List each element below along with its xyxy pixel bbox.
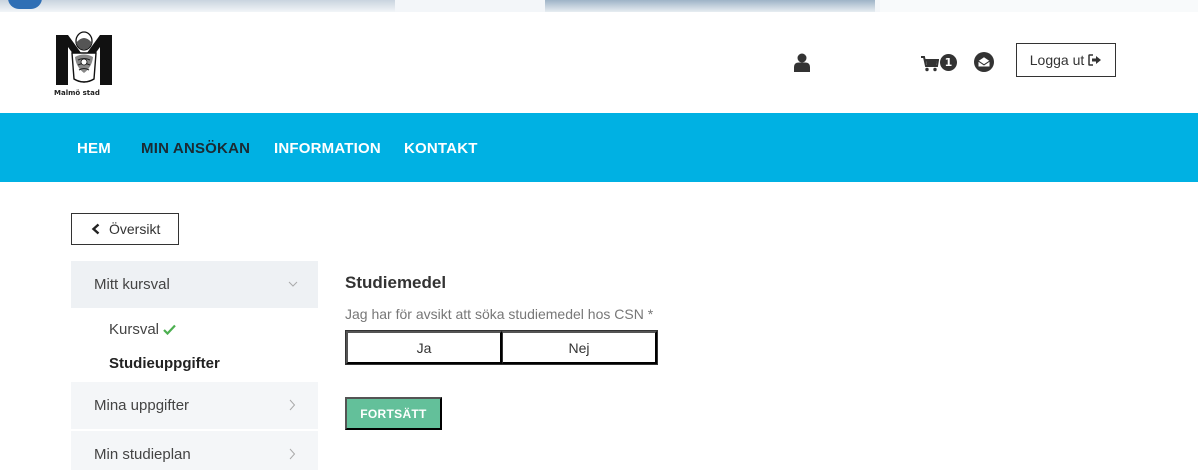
main-navigation: HEM MIN ANSÖKAN INFORMATION KONTAKT (0, 113, 1198, 182)
chevron-left-icon (91, 223, 100, 235)
sidebar-subitem-kursval[interactable]: Kursval (109, 321, 176, 338)
option-ja-button[interactable]: Ja (346, 331, 502, 364)
logo-text: Malmö stad (54, 89, 100, 97)
sign-out-icon (1088, 54, 1102, 66)
back-button-label: Översikt (109, 221, 161, 237)
envelope-open-icon[interactable] (974, 52, 994, 72)
user-icon[interactable] (794, 53, 810, 72)
nav-item-kontakt[interactable]: KONTAKT (404, 140, 478, 157)
cart-icon (921, 56, 939, 72)
browser-tab[interactable] (880, 0, 1198, 12)
chevron-right-icon (289, 448, 296, 460)
sidebar-item-min-studieplan[interactable]: Min studieplan (71, 431, 318, 470)
question-label: Jag har för avsikt att söka studiemedel … (345, 306, 654, 322)
chevron-right-icon (289, 399, 296, 411)
chevron-down-icon (288, 281, 298, 287)
sidebar-section-mitt-kursval[interactable]: Mitt kursval (71, 261, 318, 308)
nav-item-min-ansokan[interactable]: MIN ANSÖKAN (141, 140, 250, 157)
sidebar-section-label: Mitt kursval (94, 276, 170, 293)
cart-button[interactable]: 1 (921, 54, 963, 74)
coat-of-arms-icon (56, 31, 112, 85)
browser-tab-strip (0, 0, 1198, 12)
site-header: Malmö stad 1 Logga ut (0, 12, 1198, 113)
sidebar-item-mina-uppgifter[interactable]: Mina uppgifter (71, 382, 318, 429)
sidebar-subitem-label: Kursval (109, 321, 160, 338)
section-title: Studiemedel (345, 273, 447, 292)
nav-item-hem[interactable]: HEM (77, 140, 111, 157)
sidebar-subitem-studieuppgifter[interactable]: Studieuppgifter (109, 355, 220, 372)
check-icon (163, 324, 176, 335)
nav-item-information[interactable]: INFORMATION (274, 140, 381, 157)
browser-tab[interactable] (545, 0, 875, 12)
sidebar-item-label: Min studieplan (94, 446, 191, 463)
browser-tab[interactable] (0, 0, 395, 12)
cart-count-badge: 1 (940, 54, 957, 71)
logout-label: Logga ut (1029, 52, 1085, 68)
option-nej-button[interactable]: Nej (502, 331, 657, 364)
sidebar-item-label: Mina uppgifter (94, 397, 190, 414)
studiemedel-choice-group: Ja Nej (345, 330, 658, 365)
malmo-stad-logo[interactable]: Malmö stad (54, 29, 114, 104)
logout-button[interactable]: Logga ut (1016, 43, 1116, 77)
continue-button[interactable]: FORTSÄTT (345, 397, 442, 430)
back-to-overview-button[interactable]: Översikt (71, 213, 179, 245)
